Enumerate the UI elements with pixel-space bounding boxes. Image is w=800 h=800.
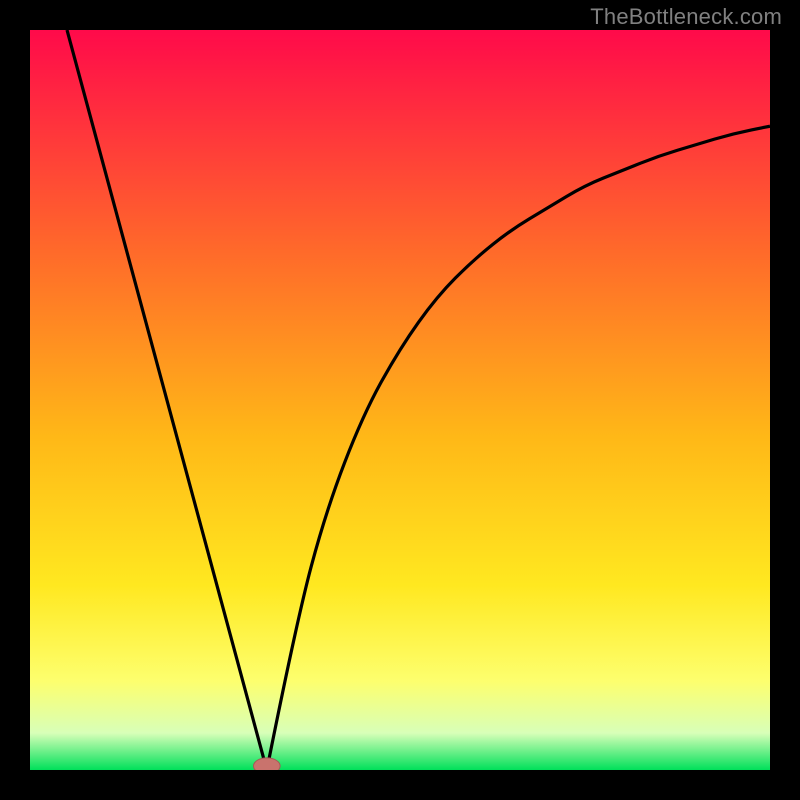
chart-frame: TheBottleneck.com	[0, 0, 800, 800]
watermark-text: TheBottleneck.com	[590, 4, 782, 30]
chart-plot-area	[30, 30, 770, 770]
gradient-background	[30, 30, 770, 770]
chart-svg	[30, 30, 770, 770]
minimum-marker	[253, 758, 280, 770]
